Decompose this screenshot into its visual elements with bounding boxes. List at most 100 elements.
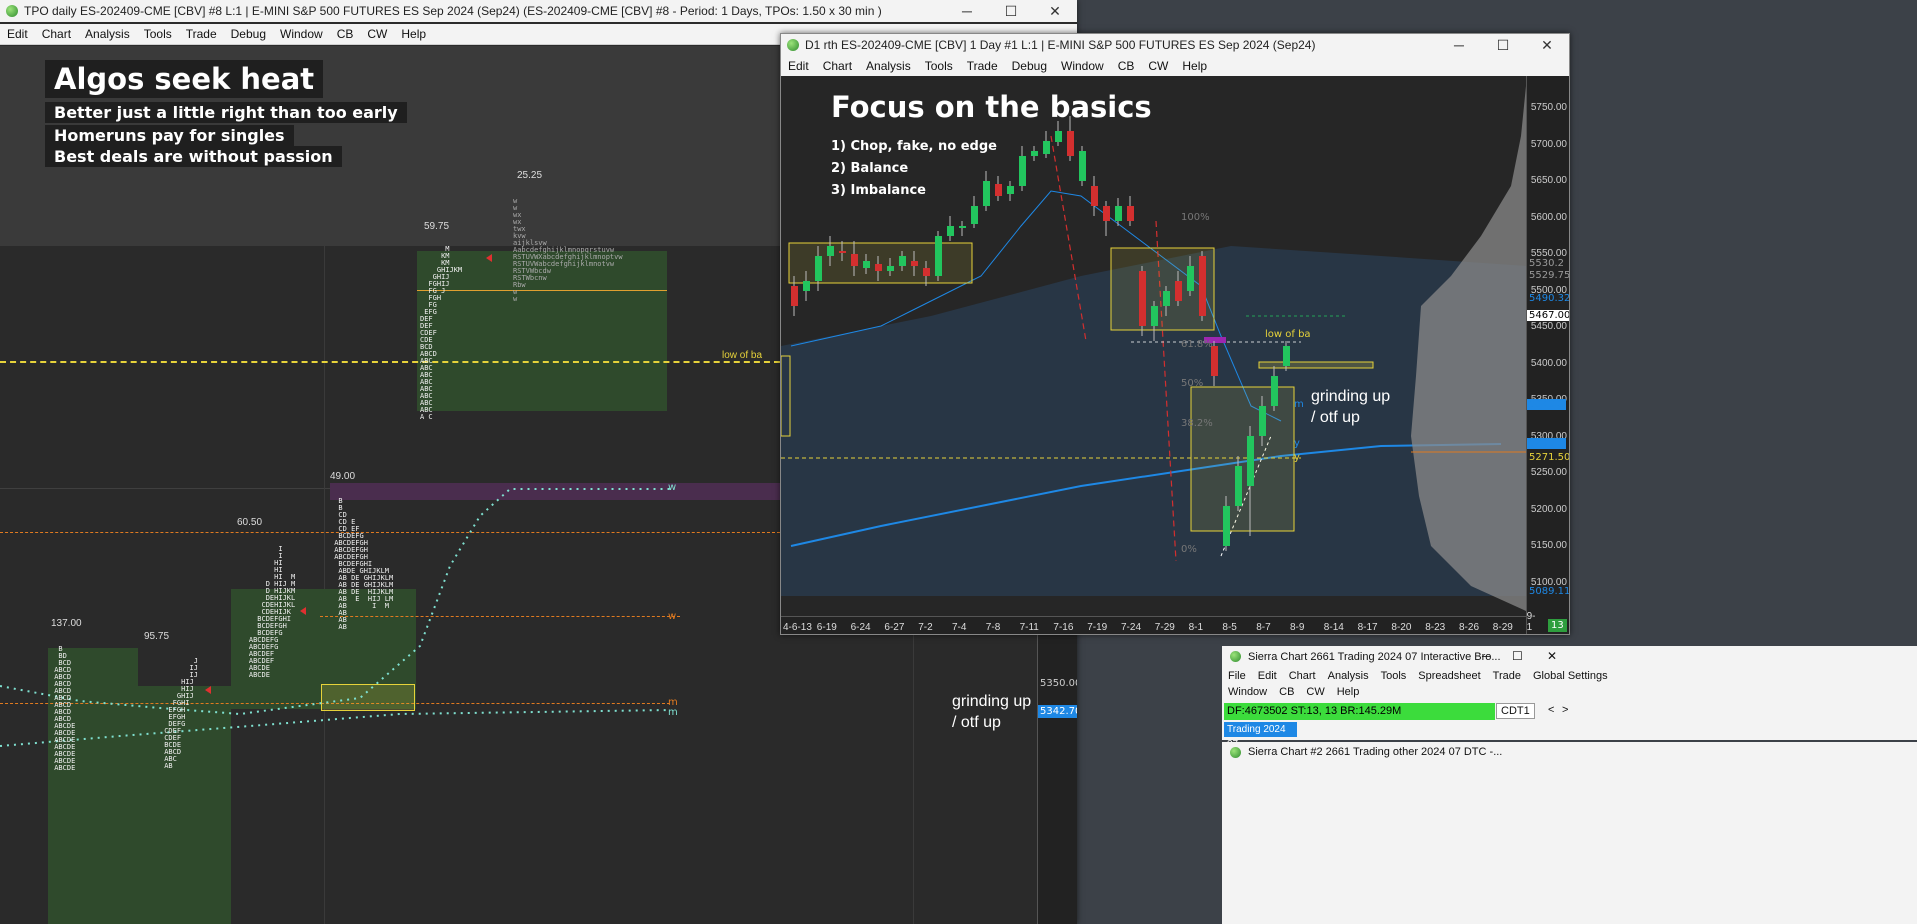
focus-heading: Focus on the basics [831, 90, 1152, 124]
menu-item-tools[interactable]: Tools [1381, 670, 1407, 682]
tpo-profile: B BD BCD ABCD ABCD ABCD ABCD ABCD ABCD A… [54, 645, 76, 772]
sierra-menu-row-2: Window CB CW Help [1228, 686, 1371, 698]
menu-item-debug[interactable]: Debug [1005, 59, 1054, 73]
annotation-line-2: / otf up [952, 714, 1001, 731]
red-arrow-icon [300, 607, 306, 615]
scroll-left-icon[interactable]: < [1548, 704, 1554, 716]
current-price-tag: 5342.70 [1038, 705, 1077, 718]
menu-item-edit[interactable]: Edit [0, 27, 35, 41]
maximize-icon[interactable]: ☐ [1481, 37, 1525, 54]
fib-382-label: 38.2% [1181, 418, 1213, 429]
date-axis-label: 8-26 [1459, 622, 1480, 633]
cdt-button[interactable]: CDT1 [1496, 703, 1535, 719]
range-label: 95.75 [144, 631, 170, 642]
app-globe-icon [1230, 651, 1241, 662]
fib-100-label: 100% [1181, 212, 1210, 223]
maximize-icon[interactable]: ☐ [1512, 649, 1523, 663]
sierra-tab[interactable]: Trading 2024 07 [1224, 722, 1297, 750]
daily-window-titlebar[interactable]: D1 rth ES-202409-CME [CBV] 1 Day #1 L:1 … [781, 34, 1569, 56]
menu-item-chart[interactable]: Chart [35, 27, 78, 41]
fib-618-label: 61.8% [1181, 339, 1213, 350]
menu-item-cw[interactable]: CW [1306, 686, 1324, 698]
menu-item-tools[interactable]: Tools [918, 59, 960, 73]
menu-item-cw[interactable]: CW [1141, 59, 1175, 73]
candle [1127, 196, 1134, 226]
grinding-up-annotation: grinding up / otf up [1311, 386, 1390, 428]
sierra-titlebar[interactable]: Sierra Chart 2661 Trading 2024 07 Intera… [1222, 646, 1917, 668]
scroll-right-icon[interactable]: > [1562, 704, 1568, 716]
menu-item-file[interactable]: File [1228, 670, 1246, 682]
candle [851, 241, 858, 276]
candle [1283, 341, 1290, 371]
candle [815, 246, 822, 291]
tpo-window-titlebar[interactable]: TPO daily ES-202409-CME [CBV] #8 L:1 | E… [0, 0, 1077, 22]
candle [959, 221, 966, 236]
candle [1235, 456, 1242, 511]
menu-item-analysis[interactable]: Analysis [78, 27, 137, 41]
maximize-icon[interactable]: ☐ [989, 3, 1033, 20]
menu-item-cw[interactable]: CW [360, 27, 394, 41]
close-icon[interactable]: ✕ [1525, 37, 1569, 54]
menu-item-window[interactable]: Window [1054, 59, 1111, 73]
sierra-status-bar: DF:4673502 ST:13, 13 BR:145.29M [1224, 703, 1495, 720]
menu-item-window[interactable]: Window [273, 27, 330, 41]
menu-item-tools[interactable]: Tools [137, 27, 179, 41]
menu-item-trade[interactable]: Trade [960, 59, 1005, 73]
minimize-icon[interactable]: ─ [1437, 37, 1481, 53]
menu-item-help[interactable]: Help [1175, 59, 1214, 73]
close-icon[interactable]: ✕ [1033, 3, 1077, 20]
marker-y: y [1294, 452, 1300, 463]
marker-m: m [1294, 399, 1304, 410]
minimize-icon[interactable]: ─ [945, 3, 989, 19]
menu-item-chart[interactable]: Chart [816, 59, 859, 73]
menu-item-edit[interactable]: Edit [781, 59, 816, 73]
date-axis-label: 7-8 [985, 622, 1001, 633]
minimize-icon[interactable]: ─ [1482, 649, 1491, 663]
menu-item-cb[interactable]: CB [1279, 686, 1294, 698]
menu-item-spreadsheet[interactable]: Spreadsheet [1418, 670, 1480, 682]
menu-item-analysis[interactable]: Analysis [1328, 670, 1369, 682]
date-axis-label: 7-16 [1053, 622, 1074, 633]
menu-item-chart[interactable]: Chart [1289, 670, 1316, 682]
desktop-bg [1568, 0, 1917, 646]
price-label: 5350.00 [1040, 678, 1077, 689]
tpo-window-title: TPO daily ES-202409-CME [CBV] #8 L:1 | E… [24, 4, 882, 18]
menu-item-edit[interactable]: Edit [1258, 670, 1277, 682]
basics-list: 1) Chop, fake, no edge 2) Balance 3) Imb… [831, 136, 997, 202]
menu-item-cb[interactable]: CB [330, 27, 361, 41]
close-icon[interactable]: ✕ [1547, 649, 1557, 663]
candle [1247, 426, 1254, 536]
basics-item-1: 1) Chop, fake, no edge [831, 139, 997, 154]
date-axis-label: 7-11 [1019, 622, 1039, 633]
menu-item-global-settings[interactable]: Global Settings [1533, 670, 1608, 682]
date-axis-label: 7-2 [918, 622, 933, 633]
menu-item-analysis[interactable]: Analysis [859, 59, 918, 73]
red-arrow-icon [486, 254, 492, 262]
daily-chart-area[interactable]: Focus on the basics 1) Chop, fake, no ed… [781, 76, 1569, 634]
menu-item-help[interactable]: Help [1337, 686, 1360, 698]
menu-item-trade[interactable]: Trade [1493, 670, 1521, 682]
date-axis-label: 7-24 [1121, 622, 1142, 633]
price-tag: 5340.0 [1527, 399, 1566, 410]
menu-item-help[interactable]: Help [394, 27, 433, 41]
menu-item-window[interactable]: Window [1228, 686, 1267, 698]
sierra-trading-window: Sierra Chart 2661 Trading 2024 07 Intera… [1222, 646, 1917, 750]
menu-item-cb[interactable]: CB [1111, 59, 1142, 73]
grinding-up-annotation: grinding up / otf up [952, 691, 1031, 733]
candle [1259, 396, 1266, 446]
candle [1091, 176, 1098, 216]
menu-item-debug[interactable]: Debug [224, 27, 273, 41]
annotation-line-1: grinding up [1311, 388, 1391, 405]
menu-item-trade[interactable]: Trade [179, 27, 224, 41]
candle [1103, 201, 1110, 236]
basics-item-3: 3) Imbalance [831, 183, 926, 198]
candle [1007, 181, 1014, 201]
candle [947, 216, 954, 241]
candle [1163, 286, 1170, 316]
tpo-profile: J IJ IJ HIJ HIJ GHIJ FGHI EFGH EFGH DEFG… [164, 657, 198, 770]
date-axis-label: 7-4 [952, 622, 967, 633]
vwap-dots [0, 488, 671, 747]
daily-menubar: Edit Chart Analysis Tools Trade Debug Window CB… [781, 56, 1569, 77]
candle [803, 271, 810, 301]
date-axis-label: 8-7 [1256, 622, 1271, 633]
